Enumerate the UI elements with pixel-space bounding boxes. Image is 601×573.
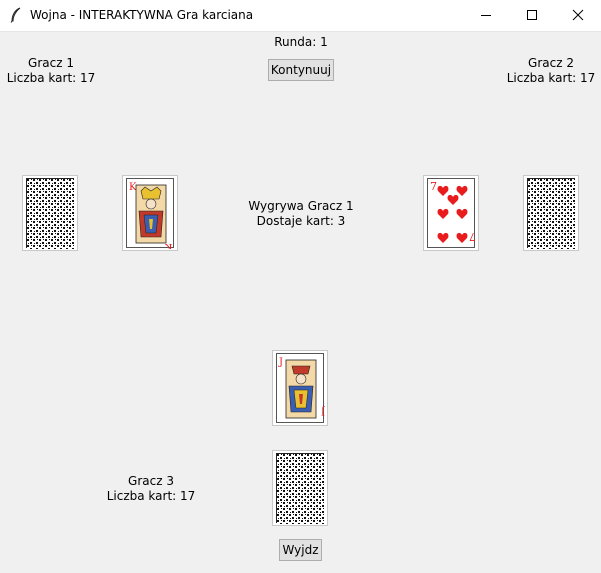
continue-button[interactable]: Kontynuuj [268, 59, 334, 81]
player2-deck-card-back[interactable] [523, 175, 579, 251]
round-label: Runda: 1 [274, 35, 328, 49]
player1-card-count: Liczba kart: 17 [6, 71, 96, 85]
player2-name: Gracz 2 [528, 56, 574, 70]
player2-info: Gracz 2 Liczba kart: 17 [506, 56, 596, 86]
cards-gained-label: Dostaje kart: 3 [256, 214, 346, 228]
player2-card-count: Liczba kart: 17 [506, 71, 596, 85]
result-info: Wygrywa Gracz 1 Dostaje kart: 3 [240, 199, 362, 229]
card-rank-bottom: J [321, 405, 325, 416]
king-of-hearts-card: K K [129, 182, 172, 249]
quit-button[interactable]: Wyjdz [279, 539, 322, 561]
winner-label: Wygrywa Gracz 1 [248, 199, 354, 213]
minimize-button[interactable] [463, 0, 509, 31]
player1-deck-card-back[interactable] [22, 175, 78, 251]
feather-icon [10, 7, 21, 23]
player3-deck-card-back[interactable] [272, 450, 328, 526]
player2-played-card: 7 7 [423, 175, 479, 251]
close-icon [572, 9, 584, 21]
card-rank: J [278, 357, 283, 368]
player3-played-card: J J [272, 350, 328, 426]
player3-name: Gracz 3 [128, 474, 174, 488]
player1-played-card: K K [122, 175, 178, 251]
jack-of-hearts-card: J J [278, 357, 325, 419]
player1-name: Gracz 1 [28, 56, 74, 70]
minimize-icon [481, 15, 491, 16]
close-button[interactable] [555, 0, 601, 31]
card-rank-bottom: 7 [469, 230, 476, 243]
maximize-button[interactable] [509, 0, 555, 31]
title-bar[interactable]: Wojna - INTERAKTYWNA Gra karciana [0, 0, 601, 32]
player3-info: Gracz 3 Liczba kart: 17 [106, 474, 196, 504]
seven-of-hearts-card: 7 7 [430, 180, 476, 243]
player1-info: Gracz 1 Liczba kart: 17 [6, 56, 96, 86]
player3-card-count: Liczba kart: 17 [106, 489, 196, 503]
maximize-icon [527, 10, 537, 20]
card-rank: 7 [430, 180, 437, 193]
window-title: Wojna - INTERAKTYWNA Gra karciana [30, 8, 254, 22]
